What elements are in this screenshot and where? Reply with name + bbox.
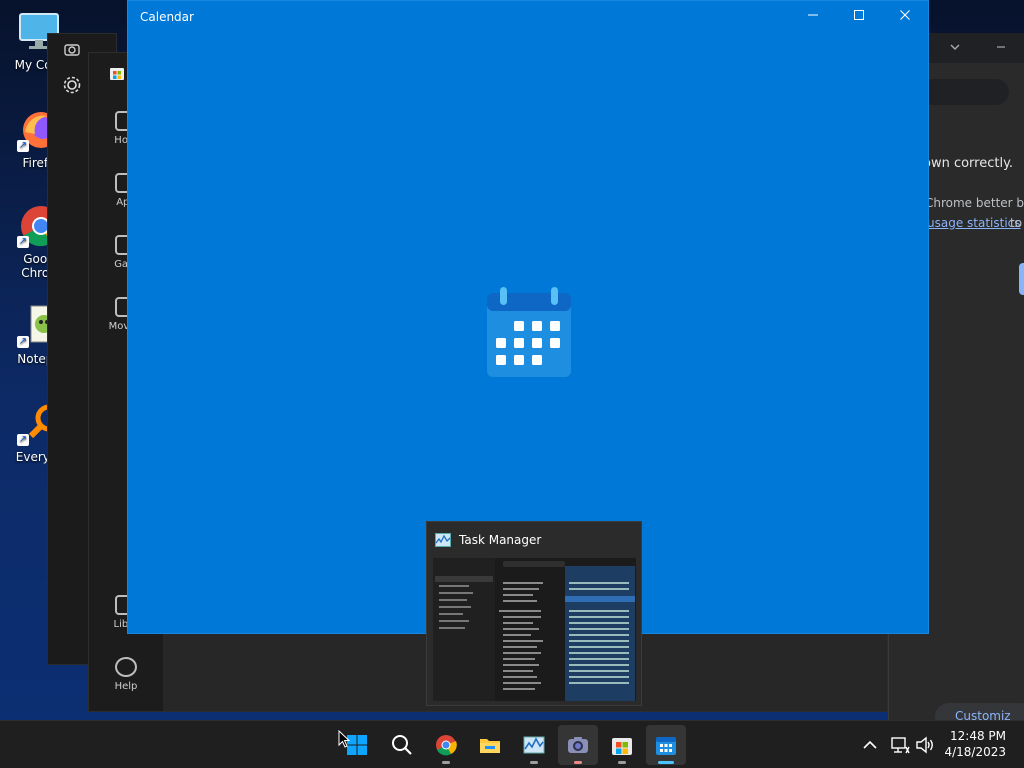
taskbar-chrome-button[interactable]	[426, 725, 466, 765]
taskbar-search-button[interactable]	[382, 725, 422, 765]
chrome-action-button[interactable]	[1019, 263, 1024, 295]
chevron-down-icon[interactable]	[949, 41, 961, 53]
desktop: My Com ↗ Firefo ↗ Goog Chron ↗ Notepa ↗ …	[0, 0, 1024, 731]
system-clock[interactable]: 12:48 PM 4/18/2023	[944, 728, 1006, 760]
taskbar-calendar-button[interactable]	[646, 725, 686, 765]
thumbnail-preview	[433, 558, 636, 701]
taskbar-store-button[interactable]	[602, 725, 642, 765]
window-title: Calendar	[140, 10, 194, 24]
mouse-cursor-icon	[338, 730, 350, 748]
camera-icon	[64, 44, 80, 56]
running-indicator	[442, 761, 450, 764]
active-indicator	[658, 761, 674, 764]
calendar-titlebar[interactable]: Calendar	[128, 1, 928, 33]
thumbnail-title: Task Manager	[459, 533, 542, 547]
task-manager-icon	[435, 533, 451, 547]
taskbar-file-explorer-button[interactable]	[470, 725, 510, 765]
shortcut-arrow-icon: ↗	[17, 434, 29, 446]
taskbar: 12:48 PM 4/18/2023	[0, 720, 1024, 768]
minimize-icon	[808, 14, 818, 16]
task-manager-icon	[523, 736, 545, 754]
running-indicator	[618, 761, 626, 764]
close-button[interactable]	[882, 1, 928, 33]
volume-icon[interactable]	[915, 735, 935, 755]
clock-date: 4/18/2023	[944, 745, 1006, 759]
close-icon	[900, 10, 910, 20]
store-logo-icon	[110, 68, 124, 80]
minimize-icon[interactable]	[995, 41, 1007, 53]
task-manager-thumbnail[interactable]: Task Manager	[426, 521, 642, 706]
minimize-button[interactable]	[790, 1, 836, 33]
chrome-icon	[436, 735, 457, 756]
chrome-message-line: Chrome better by	[925, 196, 1024, 210]
store-nav-help[interactable]: Help	[89, 657, 163, 692]
store-nav-label: Help	[114, 681, 138, 692]
search-icon	[392, 735, 412, 755]
taskbar-task-manager-button[interactable]	[514, 725, 554, 765]
help-icon	[115, 657, 137, 677]
store-icon	[612, 738, 632, 755]
clock-time: 12:48 PM	[950, 729, 1006, 743]
shortcut-arrow-icon: ↗	[17, 336, 29, 348]
gear-icon[interactable]	[63, 76, 81, 94]
running-indicator	[574, 761, 582, 764]
chrome-address-bar[interactable]	[919, 79, 1009, 105]
running-indicator	[530, 761, 538, 764]
shortcut-arrow-icon: ↗	[17, 236, 29, 248]
chevron-up-icon[interactable]	[860, 735, 880, 755]
calendar-splash-icon	[485, 287, 573, 379]
shortcut-arrow-icon: ↗	[17, 140, 29, 152]
maximize-icon	[854, 10, 864, 20]
taskbar-camera-button[interactable]	[558, 725, 598, 765]
maximize-button[interactable]	[836, 1, 882, 33]
folder-icon	[480, 739, 500, 753]
calendar-icon	[656, 737, 676, 755]
network-icon[interactable]	[890, 735, 910, 755]
usage-statistics-link[interactable]: usage statistics	[927, 216, 1021, 230]
chrome-message-line: to	[1010, 216, 1023, 230]
chrome-message-line: own correctly.	[923, 156, 1014, 171]
camera-icon	[568, 737, 588, 753]
